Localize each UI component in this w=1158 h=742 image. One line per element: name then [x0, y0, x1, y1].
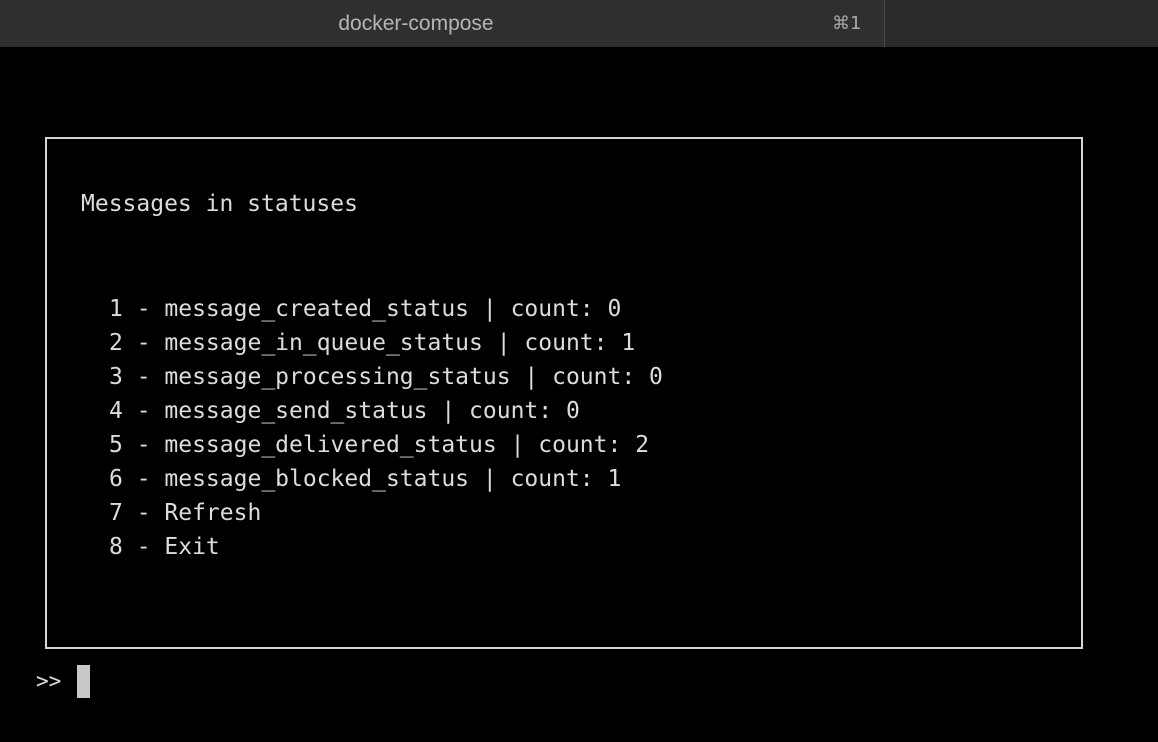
menu-option-send: 4 - message_send_status | count: 0 [109, 398, 580, 424]
command-input[interactable]: >> [36, 664, 91, 698]
menu-option-created: 1 - message_created_status | count: 0 [109, 296, 622, 322]
tab-bar: docker-compose ⌘1 [0, 0, 1158, 47]
menu-option-exit: 8 - Exit [109, 534, 220, 560]
menu-panel: Messages in statuses 1 - message_created… [45, 137, 1083, 649]
prompt-symbol: >> [36, 669, 62, 693]
menu-option-list: 1 - message_created_status | count: 0 2 … [109, 292, 663, 564]
terminal-tab[interactable]: docker-compose ⌘1 [0, 0, 885, 47]
tab-shortcut-label: ⌘1 [832, 13, 862, 34]
menu-option-in-queue: 2 - message_in_queue_status | count: 1 [109, 330, 636, 356]
menu-option-refresh: 7 - Refresh [109, 500, 262, 526]
tab-title: docker-compose [338, 12, 494, 35]
text-cursor [77, 664, 91, 698]
menu-option-blocked: 6 - message_blocked_status | count: 1 [109, 466, 622, 492]
menu-title: Messages in statuses [81, 191, 358, 217]
menu-option-processing: 3 - message_processing_status | count: 0 [109, 364, 663, 390]
menu-option-delivered: 5 - message_delivered_status | count: 2 [109, 432, 650, 458]
tab-bar-empty-area[interactable] [885, 0, 1158, 47]
